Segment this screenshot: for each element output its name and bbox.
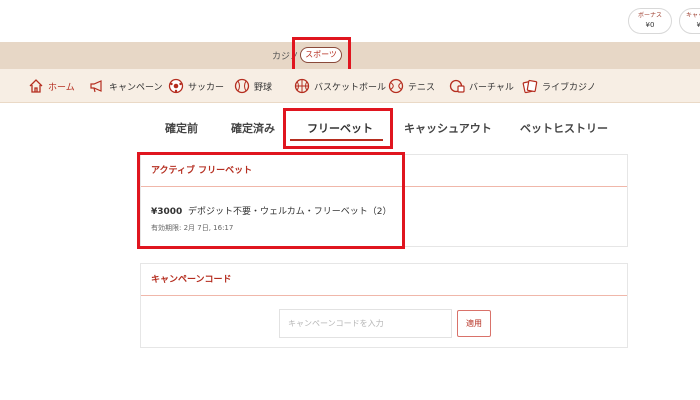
campaign-code-card: キャンペーンコード 適用	[140, 263, 628, 348]
nav-item-label: 野球	[254, 82, 273, 93]
tab-bet-history[interactable]: ベットヒストリー	[520, 120, 608, 136]
nav-item-baseball[interactable]: 野球	[234, 69, 272, 103]
tab-settled[interactable]: 確定済み	[231, 120, 275, 136]
basketball-icon	[294, 78, 310, 94]
virtual-icon	[449, 79, 465, 93]
megaphone-icon	[90, 80, 102, 93]
nav-item-soccer[interactable]: サッカー	[168, 69, 224, 103]
tab-unsettled[interactable]: 確定前	[165, 120, 198, 136]
nav-item-label: キャンペーン	[109, 82, 163, 93]
nav-item-label: テニス	[408, 82, 436, 93]
bonus-balance-value: ¥0	[645, 21, 655, 29]
tab-cashout[interactable]: キャッシュアウト	[404, 120, 492, 136]
cash-balance-label: キャッシュ	[685, 12, 700, 19]
campaign-code-input[interactable]	[279, 309, 452, 338]
sports-nav: ホーム キャンペーン サッカー 野球 バスケットボール テニス バーチャル ライ…	[0, 69, 700, 103]
nav-item-label: ライブカジノ	[542, 82, 596, 93]
nav-item-label: バーチャル	[469, 82, 514, 93]
baseball-icon	[234, 78, 250, 94]
nav-item-campaign[interactable]: キャンペーン	[89, 69, 163, 103]
soccer-ball-icon	[168, 78, 184, 94]
home-icon	[29, 79, 43, 93]
tennis-ball-icon	[388, 78, 404, 94]
campaign-card-title: キャンペーンコード	[141, 264, 627, 296]
nav-item-home[interactable]: ホーム	[28, 69, 75, 103]
nav-item-label: サッカー	[188, 82, 225, 93]
live-casino-icon	[522, 79, 538, 94]
nav-item-label: ホーム	[48, 82, 75, 93]
nav-item-tennis[interactable]: テニス	[388, 69, 435, 103]
apply-button[interactable]: 適用	[457, 310, 491, 337]
nav-item-live-casino[interactable]: ライブカジノ	[522, 69, 596, 103]
bonus-balance-pill[interactable]: ボーナス ¥0	[628, 8, 672, 34]
cash-balance-value: ¥0	[680, 20, 700, 30]
highlight-box-freebet-card	[137, 152, 405, 249]
nav-item-basketball[interactable]: バスケットボール	[294, 69, 386, 103]
highlight-box-tab	[283, 108, 393, 149]
bonus-balance-label: ボーナス	[637, 12, 662, 19]
cash-balance-pill[interactable]: キャッシュ ¥0	[679, 8, 700, 34]
nav-item-label: バスケットボール	[314, 82, 387, 93]
nav-item-virtual[interactable]: バーチャル	[449, 69, 514, 103]
